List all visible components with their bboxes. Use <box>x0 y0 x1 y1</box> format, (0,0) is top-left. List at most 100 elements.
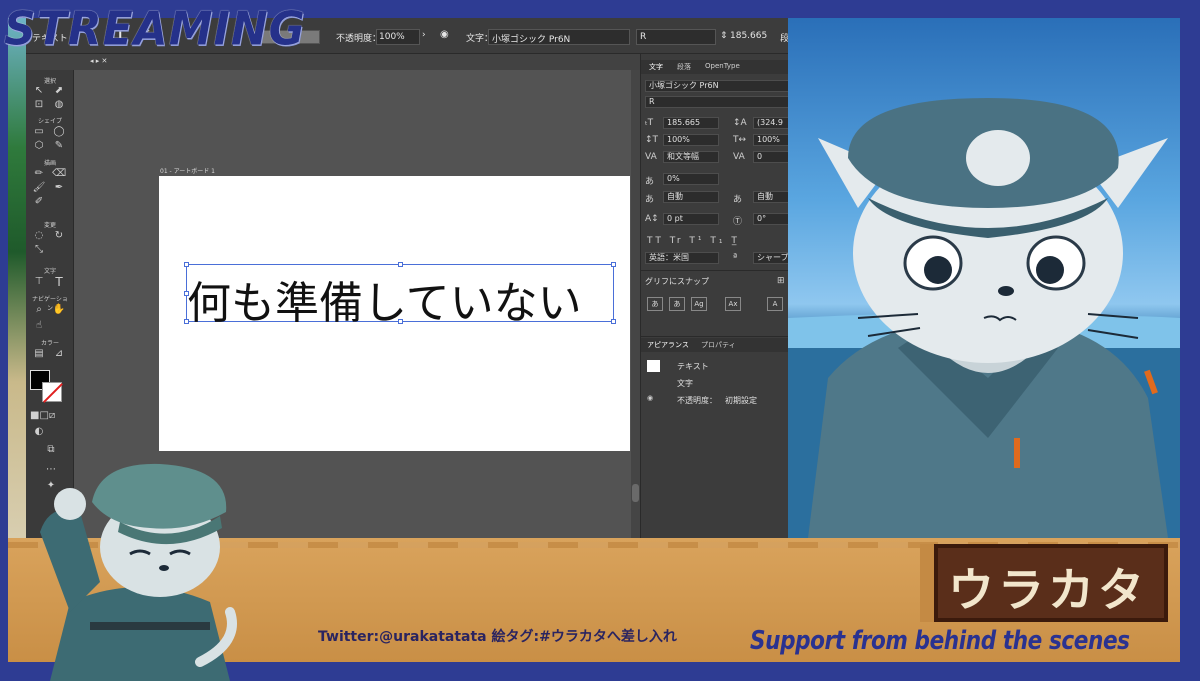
logo-text: ウラカタ <box>948 563 1148 617</box>
handle-top-right[interactable] <box>611 262 616 267</box>
document-tab-label[interactable]: ◂ ▸ ✕ <box>90 57 107 65</box>
tracking-field[interactable]: 0 <box>753 151 788 163</box>
snap-proximity-button[interactable]: Ax <box>725 297 741 311</box>
text-content[interactable]: 何も準備していない <box>187 267 582 331</box>
snap-glyph-bounds-button[interactable]: Ag <box>691 297 707 311</box>
tab-appearance[interactable]: アピアランス <box>647 340 689 350</box>
char-rotation-icon: Ⓣ <box>733 217 743 227</box>
panel-font-style[interactable]: R <box>645 96 788 108</box>
baseline-shift-field[interactable]: 0 pt <box>663 213 719 225</box>
text-style-buttons[interactable]: TT Tr T¹ T₁ T̲ <box>647 236 740 246</box>
font-size-field[interactable]: 185.665 <box>730 31 767 41</box>
artboard-tool-icon[interactable]: ⊡ <box>32 99 46 111</box>
vertical-scale-field[interactable]: 100% <box>663 134 719 146</box>
eraser-tool-icon[interactable]: ⌫ <box>52 168 66 180</box>
tsume-field[interactable]: 0% <box>663 173 719 185</box>
tools-section-shape: シェイプ <box>37 118 62 125</box>
kerning-field[interactable]: 和文等幅 <box>663 151 719 163</box>
panel-font-family[interactable]: 小塚ゴシック Pr6N <box>645 80 788 92</box>
scale-tool-icon[interactable]: ⤡ <box>32 244 46 256</box>
gradient-tool-icon[interactable]: ▤ <box>32 348 46 360</box>
canvas-scrollbar[interactable] <box>631 70 640 538</box>
pen-tool-icon[interactable]: ✒ <box>52 182 66 194</box>
lasso-tool-icon[interactable]: ◍ <box>52 99 66 111</box>
aki-right-field[interactable]: 自動 <box>753 191 788 203</box>
font-style-dropdown[interactable]: R <box>636 29 716 45</box>
polygon-tool-icon[interactable]: ⬡ <box>32 140 46 152</box>
globe-icon[interactable]: ◉ <box>440 29 449 40</box>
tracking-icon: VA <box>733 152 745 162</box>
artboard[interactable]: 何も準備していない <box>159 176 630 451</box>
opacity-arrow-icon[interactable]: › <box>422 30 426 40</box>
ellipse-tool-icon[interactable]: ◯ <box>52 126 66 138</box>
character-panel-tabs: 文字 段落 OpenType <box>641 60 788 74</box>
handle-top-left[interactable] <box>184 262 189 267</box>
eyedropper-tool-icon[interactable]: ⊿ <box>52 348 66 360</box>
handle-bottom-right[interactable] <box>611 319 616 324</box>
tools-section-modify: 変更 <box>43 222 56 229</box>
appearance-item-text[interactable]: テキスト <box>677 361 709 372</box>
font-family-dropdown[interactable]: 小塚ゴシック Pr6N <box>488 29 630 45</box>
direct-selection-tool-icon[interactable]: ⬈ <box>52 85 66 97</box>
aki-left-icon: あ <box>645 195 655 205</box>
opacity-field[interactable]: 100% <box>376 29 420 45</box>
vertical-scale-icon: ↕T <box>645 135 659 145</box>
urakata-logo: ウラカタ <box>934 544 1168 622</box>
print-tiling-tool-icon[interactable]: ☝ <box>32 320 46 332</box>
zoom-tool-icon[interactable]: ⌕ <box>32 304 46 316</box>
logo-tape <box>920 544 934 622</box>
scrollbar-thumb[interactable] <box>632 484 639 502</box>
blob-brush-tool-icon[interactable]: ✐ <box>32 196 46 208</box>
selection-tool-icon[interactable]: ↖ <box>32 85 46 97</box>
stroke-color-swatch[interactable] <box>42 382 62 402</box>
tab-properties[interactable]: プロパティ <box>701 340 736 350</box>
antialias-dropdown[interactable]: シャープ <box>753 252 788 264</box>
appearance-opacity-label[interactable]: 不透明度： <box>677 395 717 406</box>
color-mode-icons[interactable]: ■□⧄ <box>30 410 55 422</box>
appearance-panel-tabs: アピアランス プロパティ <box>641 338 788 352</box>
tab-paragraph[interactable]: 段落 <box>677 62 691 72</box>
snap-to-glyph-label: グリフにスナップ <box>645 277 709 286</box>
pencil-tool-icon[interactable]: ✏ <box>32 168 46 180</box>
text-frame[interactable]: 何も準備していない <box>184 262 616 329</box>
character-panel: 文字 段落 OpenType 小塚ゴシック Pr6N R ₜT 185.665 … <box>640 54 788 538</box>
handle-bottom-center[interactable] <box>398 319 403 324</box>
snap-angular-button[interactable]: A <box>767 297 783 311</box>
aki-right-icon: あ <box>733 195 743 205</box>
snap-options-icon[interactable]: ⊞ <box>777 276 785 286</box>
brush-tool-icon[interactable]: 🖌 <box>32 182 46 194</box>
handle-top-center[interactable] <box>398 262 403 267</box>
tab-opentype[interactable]: OpenType <box>705 62 740 70</box>
rotate-tool-icon[interactable]: ↻ <box>52 230 66 242</box>
appearance-item-chars[interactable]: 文字 <box>677 378 693 389</box>
baseline-shift-icon: A↕ <box>645 214 659 224</box>
handle-middle-left[interactable] <box>184 291 189 296</box>
hand-tool-icon[interactable]: ✋ <box>52 304 66 316</box>
char-rotation-field[interactable]: 0° <box>753 213 788 225</box>
rectangle-tool-icon[interactable]: ▭ <box>32 126 46 138</box>
appearance-opacity-value: 初期設定 <box>725 396 757 405</box>
screen-mode-icon[interactable]: ⧉ <box>44 444 58 456</box>
appearance-swatch <box>647 360 660 372</box>
snap-baseline-button[interactable]: あ <box>647 297 663 311</box>
snap-xheight-button[interactable]: あ <box>669 297 685 311</box>
draw-mode-icon[interactable]: ◐ <box>32 426 46 438</box>
tsume-icon: あ <box>645 177 655 187</box>
support-tagline: Support from behind the scenes <box>750 626 1130 656</box>
aki-left-field[interactable]: 自動 <box>663 191 719 203</box>
saluting-mascot <box>30 462 250 681</box>
type-tool-icon[interactable]: T <box>52 276 66 288</box>
handle-bottom-left[interactable] <box>184 319 189 324</box>
type-on-path-tool-icon[interactable]: ⊤ <box>32 276 46 288</box>
font-size-field[interactable]: 185.665 <box>663 117 719 129</box>
trailing-label: 段 <box>780 34 788 44</box>
leading-field[interactable]: (324.9 <box>753 117 788 129</box>
tab-character[interactable]: 文字 <box>649 62 663 72</box>
warp-tool-icon[interactable]: ◌ <box>32 230 46 242</box>
shaper-tool-icon[interactable]: ✎ <box>52 140 66 152</box>
language-dropdown[interactable]: 英語：米国 <box>645 252 719 264</box>
visibility-eye-icon[interactable]: ◉ <box>647 394 653 402</box>
size-stepper-icon[interactable]: ⇕ <box>720 31 728 41</box>
illustrator-window: テキスト 𝐓 𝘐 不透明度： 100% › ◉ 文字： 小塚ゴシック Pr6N … <box>26 18 788 538</box>
horizontal-scale-field[interactable]: 100% <box>753 134 788 146</box>
